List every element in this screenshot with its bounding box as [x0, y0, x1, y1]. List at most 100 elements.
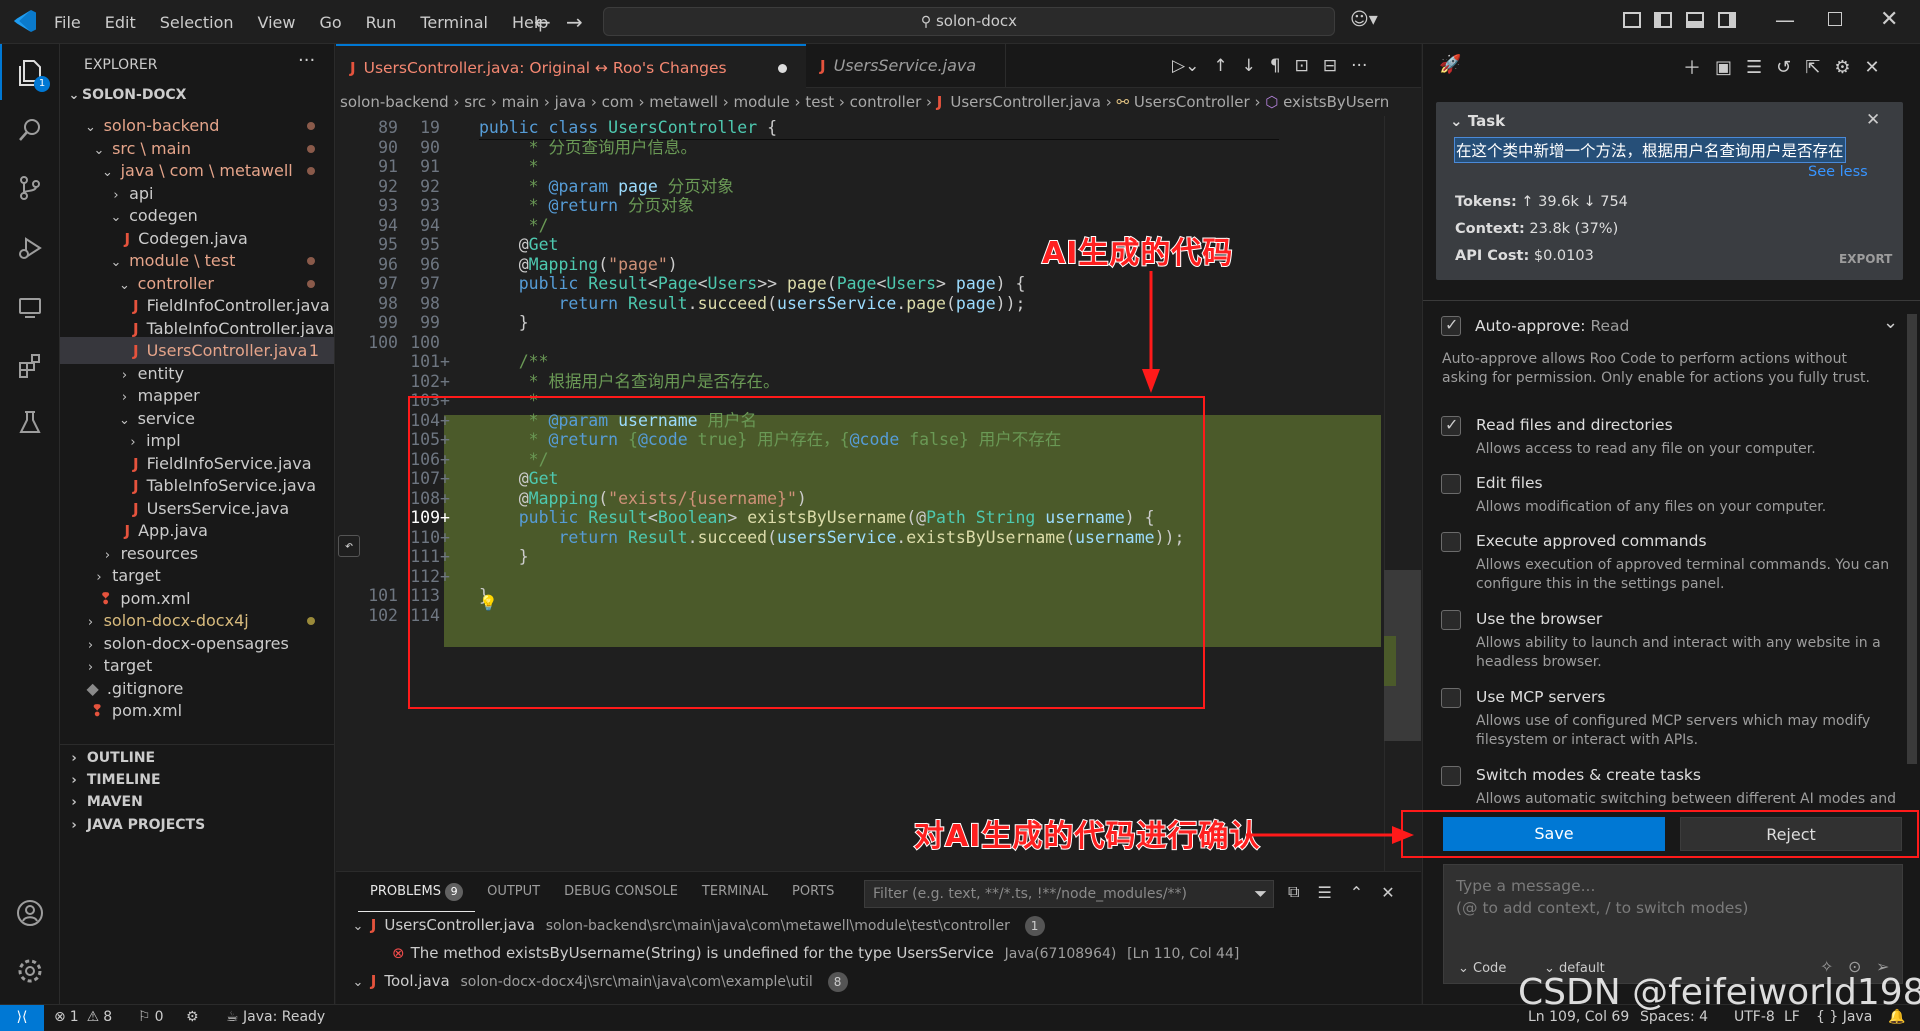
minimize-icon[interactable]: —	[1775, 8, 1795, 32]
diff-editor[interactable]: 89 19 public class UsersController {90 90 *…	[336, 116, 1421, 871]
task-header[interactable]: ⌄ Task	[1450, 112, 1505, 130]
menu-selection[interactable]: Selection	[160, 13, 234, 32]
editor-overview-ruler[interactable]	[1384, 116, 1398, 871]
split-editor-icon[interactable]: ⊟	[1323, 56, 1337, 76]
tab-users-service[interactable]: J UsersService.java	[806, 44, 1006, 88]
chevron-down-icon[interactable]: ⌄	[1883, 312, 1898, 333]
close-icon[interactable]: ✕	[1864, 57, 1879, 78]
java-status[interactable]: ☕ Java: Ready	[226, 1005, 325, 1030]
problems-filter-input[interactable]: Filter (e.g. text, **/*.ts, !**/node_mod…	[864, 880, 1274, 908]
see-less-link[interactable]: See less	[1808, 164, 1868, 180]
option-title[interactable]: Use the browser	[1476, 610, 1602, 628]
option-title[interactable]: Use MCP servers	[1476, 688, 1606, 706]
panel-tab-ports[interactable]: PORTS	[780, 872, 846, 912]
problem-file-row[interactable]: ⌄ J Tool.java solon-docx-docx4j\src\main\…	[350, 972, 848, 992]
option-title[interactable]: Switch modes & create tasks	[1476, 766, 1701, 784]
debug-status-icon[interactable]: ⚙	[186, 1005, 199, 1030]
menu-run[interactable]: Run	[366, 13, 397, 32]
extensions-icon[interactable]	[0, 338, 60, 394]
run-debug-icon[interactable]	[0, 220, 60, 276]
export-button[interactable]: EXPORT	[1839, 252, 1892, 266]
open-preview-icon[interactable]: ⊡	[1295, 56, 1309, 76]
nav-forward-icon[interactable]: →	[566, 10, 583, 34]
breadcrumb-item[interactable]: controller	[850, 93, 922, 111]
chat-input[interactable]: Type a message... (@ to add context, / t…	[1443, 864, 1903, 984]
workspace-root[interactable]: ⌄ SOLON-DOCX	[66, 87, 187, 103]
search-icon[interactable]	[0, 102, 60, 158]
option-title[interactable]: Read files and directories	[1476, 416, 1673, 434]
new-task-plus-icon[interactable]: ＋	[1683, 54, 1701, 80]
close-task-icon[interactable]: ✕	[1866, 110, 1880, 130]
breadcrumb-item[interactable]: module	[734, 93, 790, 111]
next-change-icon[interactable]: ↓	[1242, 56, 1256, 76]
breadcrumb-item[interactable]: ⬡ existsByUsern	[1265, 93, 1389, 111]
tab-users-controller-diff[interactable]: J UsersController.java: Original ↔ Roo's …	[336, 44, 806, 121]
accounts-icon[interactable]	[0, 885, 60, 941]
layout-customize-icon[interactable]	[1623, 12, 1641, 28]
roo-scrollbar-thumb[interactable]	[1907, 314, 1917, 764]
mcp-servers-icon[interactable]: ▣	[1715, 57, 1732, 78]
option-checkbox[interactable]	[1441, 766, 1461, 786]
menu-file[interactable]: File	[54, 13, 81, 32]
auto-approve-label[interactable]: Auto-approve: Read	[1475, 317, 1629, 335]
explorer-icon[interactable]: 1	[0, 44, 60, 100]
panel-tab-output[interactable]: OUTPUT	[475, 872, 552, 912]
menu-view[interactable]: View	[258, 13, 296, 32]
history-icon[interactable]: ↺	[1776, 57, 1791, 78]
option-checkbox[interactable]: ✓	[1441, 415, 1461, 436]
command-center-search[interactable]: ⚲ solon-docx	[603, 7, 1335, 36]
breadcrumb-item[interactable]: main	[502, 93, 539, 111]
toggle-panel-icon[interactable]	[1686, 12, 1704, 28]
revert-change-icon[interactable]: ↶	[338, 535, 360, 557]
remote-indicator-icon[interactable]: ⟩⟨	[0, 1005, 44, 1031]
filter-funnel-icon[interactable]: ⏷	[1254, 881, 1267, 907]
panel-tab-debug-console[interactable]: DEBUG CONSOLE	[552, 872, 690, 912]
breadcrumb-item[interactable]: ⚯ UsersController	[1117, 93, 1250, 111]
problems-status[interactable]: ⊗ 1 ⚠ 8	[54, 1005, 112, 1030]
maximize-panel-icon[interactable]: ⌃	[1350, 883, 1363, 902]
maximize-icon[interactable]	[1828, 12, 1842, 26]
toggle-secondary-sidebar-icon[interactable]	[1718, 12, 1736, 28]
prompts-icon[interactable]: ☰	[1746, 57, 1762, 78]
testing-icon[interactable]	[0, 394, 60, 450]
problem-file-row[interactable]: ⌄ J UsersController.java solon-backend\sr…	[350, 916, 1045, 936]
auto-approve-checkbox[interactable]: ✓	[1441, 315, 1461, 336]
unsaved-dot-icon[interactable]	[778, 64, 787, 73]
menu-go[interactable]: Go	[319, 13, 341, 32]
breadcrumb-item[interactable]: J UsersController.java	[937, 93, 1101, 111]
copilot-icon[interactable]: ☺▾	[1350, 9, 1378, 30]
collapse-all-icon[interactable]: ⧉	[1288, 882, 1299, 902]
code-line[interactable]: }	[479, 311, 529, 335]
ports-status[interactable]: ⚐ 0	[138, 1005, 163, 1030]
popout-icon[interactable]: ⇱	[1805, 57, 1820, 78]
breadcrumb-item[interactable]: metawell	[649, 93, 718, 111]
nav-back-icon[interactable]: ←	[534, 10, 551, 34]
breadcrumb-item[interactable]: test	[805, 93, 834, 111]
option-checkbox[interactable]	[1441, 532, 1461, 552]
more-actions-icon[interactable]: ···	[1351, 56, 1367, 76]
toggle-sidebar-icon[interactable]	[1654, 12, 1672, 28]
remote-explorer-icon[interactable]	[0, 280, 60, 336]
view-as-list-icon[interactable]: ☰	[1317, 883, 1331, 902]
problem-error-row[interactable]: ⊗ The method existsByUsername(String) is …	[392, 944, 1239, 962]
tree-file[interactable]: ❢ pom.xml	[60, 697, 334, 724]
breadcrumb-item[interactable]: solon-backend	[340, 93, 449, 111]
close-panel-icon[interactable]: ✕	[1381, 883, 1394, 902]
menu-edit[interactable]: Edit	[105, 13, 136, 32]
option-checkbox[interactable]	[1441, 610, 1461, 630]
close-window-icon[interactable]: ✕	[1880, 7, 1898, 32]
breadcrumb-item[interactable]: com	[602, 93, 634, 111]
previous-change-icon[interactable]: ↑	[1213, 56, 1227, 76]
whitespace-icon[interactable]: ¶	[1270, 56, 1281, 76]
panel-tab-problems[interactable]: PROBLEMS 9	[358, 872, 476, 912]
manage-gear-icon[interactable]	[0, 943, 60, 999]
mode-selector[interactable]: ⌄ Code	[1458, 961, 1506, 976]
section-java-projects[interactable]: › JAVA PROJECTS	[60, 812, 334, 839]
code-line[interactable]: return Result.succeed(usersService.page(…	[479, 292, 1025, 316]
option-checkbox[interactable]	[1441, 688, 1461, 708]
run-icon[interactable]: ▷⌄	[1172, 56, 1199, 76]
option-title[interactable]: Execute approved commands	[1476, 532, 1707, 550]
option-title[interactable]: Edit files	[1476, 474, 1543, 492]
option-checkbox[interactable]	[1441, 474, 1461, 494]
panel-tab-terminal[interactable]: TERMINAL	[690, 872, 780, 912]
